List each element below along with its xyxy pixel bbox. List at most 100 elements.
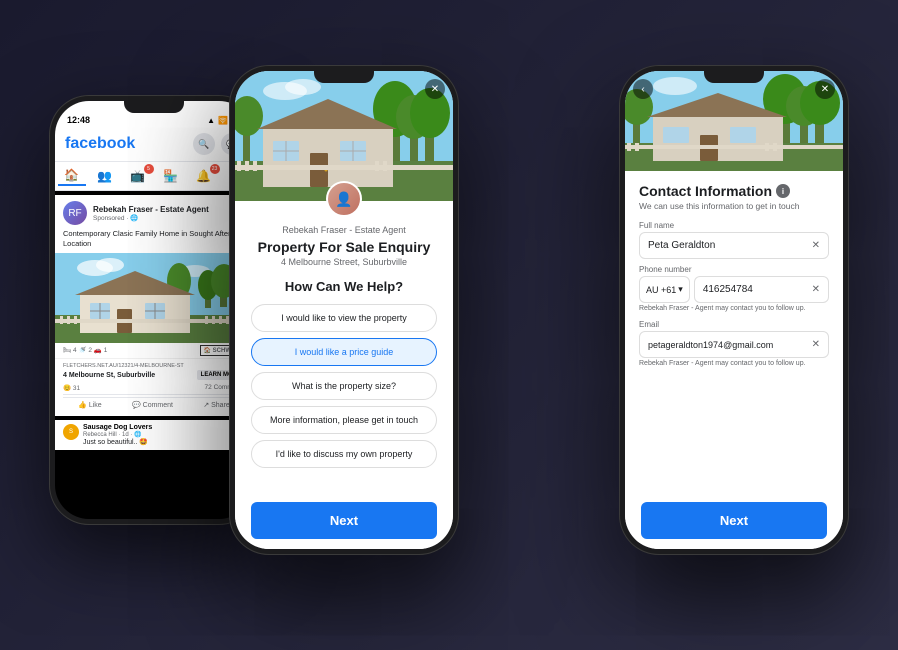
email-input[interactable]: petageraldton1974@gmail.com ✕ [639,331,829,358]
agent-name: Rebekah Fraser - Estate Agent [251,225,437,235]
nav-marketplace[interactable]: 🏪 [157,166,185,186]
phone3-screen: ‹ ✕ Contact Information i We can use thi… [625,71,843,549]
phone-note: Rebekah Fraser - Agent may contact you t… [639,305,829,312]
phone2-notch [314,71,374,83]
post-image [55,253,253,343]
phone-prefix[interactable]: AU +61 ▾ [639,276,690,303]
question-title: How Can We Help? [251,279,437,294]
comment-text: Just so beautiful.. 🤩 [83,438,152,446]
phone2-screen: ✕ 👤 Rebekah Fraser - Estate Agent Proper… [235,71,453,549]
comment-body: Sausage Dog Lovers Rebecca Hill · 1d · 🌐… [83,424,152,446]
contact-close-button[interactable]: ✕ [815,79,835,99]
post-text: Contemporary Clasic Family Home in Sough… [55,229,253,253]
post-actions: 👍 Like 💬 Comment ↗ Share [63,397,245,412]
phone-number-input[interactable]: 416254784 ✕ [694,276,829,303]
fb-nav: 🏠 👥 📺5 🏪 🔔23 ☰ [55,162,253,191]
phone-prefix-chevron: ▾ [678,284,683,295]
commenter-name: Sausage Dog Lovers [83,424,152,431]
comment-button[interactable]: 💬 Comment [132,401,173,409]
option-btn-5[interactable]: I'd like to discuss my own property [251,440,437,468]
contact-content: Contact Information i We can use this in… [625,171,843,492]
post-author-name: Rebekah Fraser - Estate Agent [93,205,245,214]
lead-close-button[interactable]: ✕ [425,79,445,99]
option-btn-2[interactable]: I would like a price guide [251,338,437,366]
info-icon[interactable]: i [776,184,790,198]
option-btn-3[interactable]: What is the property size? [251,372,437,400]
phone-prefix-value: AU +61 [646,285,676,295]
time-1: 12:48 [67,115,90,125]
share-button[interactable]: ↗ Share [203,401,230,409]
contact-form: ‹ ✕ Contact Information i We can use thi… [625,71,843,549]
signal-icon: ▲ [207,116,215,125]
contact-house-illustration [625,71,843,171]
phone2-screen-wrapper: ✕ 👤 Rebekah Fraser - Estate Agent Proper… [235,71,453,549]
phone1-screen: 12:48 ▲ 🛜 🔋 facebook 🔍 💬 [55,101,253,519]
phone2: ✕ 👤 Rebekah Fraser - Estate Agent Proper… [229,65,459,555]
comment-sub: Rebecca Hill · 1d · 🌐 [83,431,152,438]
house-illustration [55,253,253,343]
contact-footer: Next [625,492,843,549]
post-author-sub: Sponsored · 🌐 [93,214,245,222]
property-info: 🛏 4 🚿 2 🚗 1 🏠 SCHWISH [55,343,253,359]
phone1-notch [124,101,184,113]
contact-next-button[interactable]: Next [641,502,827,539]
property-stats: 🛏 4 🚿 2 🚗 1 [63,346,107,354]
contact-subtitle: We can use this information to get in to… [639,201,829,211]
phone1-screen-wrapper: 12:48 ▲ 🛜 🔋 facebook 🔍 💬 [55,101,253,519]
nav-watch[interactable]: 📺5 [124,166,152,186]
next-button[interactable]: Next [251,502,437,539]
fullname-value: Peta Geraldton [648,240,715,251]
post-address: 4 Melbourne St, Suburbville [63,372,155,379]
commenter: S Sausage Dog Lovers Rebecca Hill · 1d ·… [63,424,245,446]
phones-container: 12:48 ▲ 🛜 🔋 facebook 🔍 💬 [19,15,879,635]
watch-badge: 5 [144,164,154,174]
lead-subtitle: 4 Melbourne Street, Suburbville [251,257,437,267]
notif-badge: 23 [210,164,220,174]
phone3: ‹ ✕ Contact Information i We can use thi… [619,65,849,555]
lead-content: Rebekah Fraser - Estate Agent Property F… [235,201,453,492]
post-header: RF Rebekah Fraser - Estate Agent Sponsor… [55,195,253,229]
email-value: petageraldton1974@gmail.com [648,340,773,350]
like-button[interactable]: 👍 Like [78,401,102,409]
post-address-link: FLETCHERS.NET.AU/12321/4-MELBOURNE-ST [63,363,245,369]
phone3-screen-wrapper: ‹ ✕ Contact Information i We can use thi… [625,71,843,549]
contact-title: Contact Information i [639,183,829,199]
fullname-label: Full name [639,221,829,230]
contact-form-image: ‹ ✕ [625,71,843,171]
facebook-logo: facebook [65,135,135,153]
nav-home[interactable]: 🏠 [58,166,86,186]
wifi-icon: 🛜 [218,116,228,125]
fb-post: RF Rebekah Fraser - Estate Agent Sponsor… [55,195,253,416]
nav-friends[interactable]: 👥 [91,166,119,186]
contact-title-text: Contact Information [639,183,772,199]
lead-form-image: ✕ 👤 [235,71,453,201]
reactions-count: 😊 31 [63,384,80,392]
option-btn-4[interactable]: More information, please get in touch [251,406,437,434]
email-clear-icon[interactable]: ✕ [812,339,820,350]
phone3-notch [704,71,764,83]
phone-label: Phone number [639,265,829,274]
phone1: 12:48 ▲ 🛜 🔋 facebook 🔍 💬 [49,95,259,525]
email-note: Rebekah Fraser - Agent may contact you t… [639,360,829,367]
fb-header: facebook 🔍 💬 [55,129,253,162]
email-label: Email [639,320,829,329]
agent-avatar: 👤 [326,181,362,217]
nav-notifications[interactable]: 🔔23 [190,166,218,186]
fullname-clear-icon[interactable]: ✕ [812,240,820,251]
lead-footer: Next [235,492,453,549]
phone-field: AU +61 ▾ 416254784 ✕ [639,276,829,303]
option-btn-1[interactable]: I would like to view the property [251,304,437,332]
phone-number-value: 416254784 [703,284,753,295]
post-meta: Rebekah Fraser - Estate Agent Sponsored … [93,205,245,222]
post-avatar: RF [63,201,87,225]
lead-form: ✕ 👤 Rebekah Fraser - Estate Agent Proper… [235,71,453,549]
search-icon[interactable]: 🔍 [193,133,215,155]
comment-section: S Sausage Dog Lovers Rebecca Hill · 1d ·… [55,420,253,450]
lead-title: Property For Sale Enquiry [251,239,437,255]
contact-back-button[interactable]: ‹ [633,79,653,99]
commenter-avatar: S [63,424,79,440]
fullname-input[interactable]: Peta Geraldton ✕ [639,232,829,259]
phone-clear-icon[interactable]: ✕ [812,284,820,295]
post-stats: 😊 31 72 Comments [63,382,245,395]
post-footer: FLETCHERS.NET.AU/12321/4-MELBOURNE-ST 4 … [55,359,253,416]
